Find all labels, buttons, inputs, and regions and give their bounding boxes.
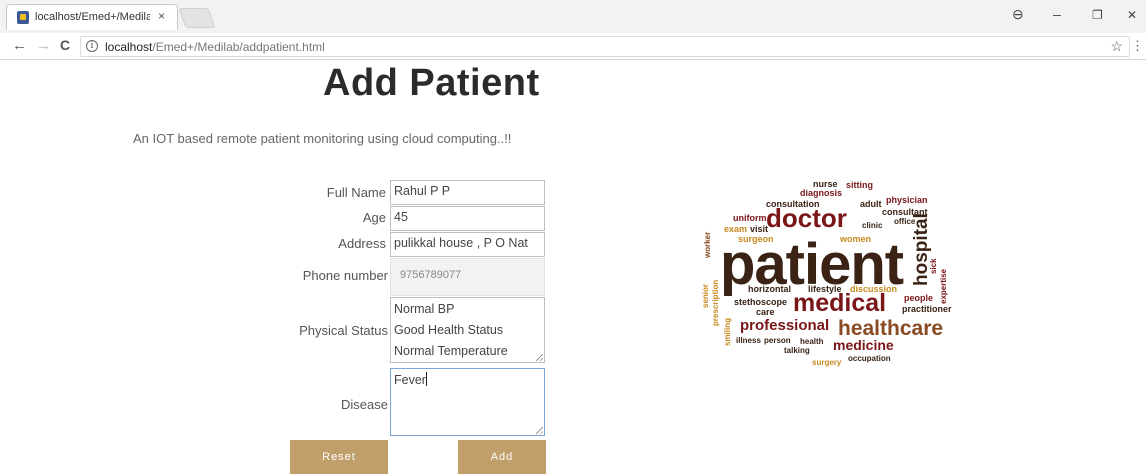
text-caret — [425, 372, 427, 386]
cloud-word: talking — [784, 346, 810, 355]
full-name-label: Full Name — [326, 185, 386, 200]
cloud-word: horizontal — [748, 284, 791, 294]
page-favicon-icon — [17, 11, 29, 24]
disease-label: Disease — [341, 397, 388, 412]
cloud-word: diagnosis — [800, 188, 843, 198]
add-button[interactable]: Add — [458, 440, 546, 474]
reload-icon[interactable]: C — [60, 37, 70, 53]
cloud-word: adult — [860, 199, 882, 209]
cloud-word: occupation — [848, 354, 891, 363]
close-window-icon[interactable]: ✕ — [1127, 8, 1137, 22]
physical-status-line: Normal Temperature — [394, 344, 508, 358]
resize-handle-icon[interactable] — [536, 427, 543, 434]
cloud-word: practitioner — [902, 304, 952, 314]
cloud-word: medical — [793, 289, 887, 317]
phone-number-label: Phone number — [302, 268, 388, 283]
address-field[interactable]: pulikkal house , P O Nat — [390, 232, 545, 257]
url-host: localhost — [105, 40, 153, 54]
cloud-word: uniform — [733, 213, 767, 223]
cloud-word: hospital — [911, 213, 932, 286]
cloud-word: prescription — [711, 279, 720, 326]
physical-status-line: Good Health Status — [394, 323, 504, 337]
cloud-word: physician — [886, 195, 928, 205]
cloud-word: professional — [740, 317, 830, 334]
physical-status-textarea[interactable]: Normal BP Good Health Status Normal Temp… — [390, 297, 545, 363]
new-tab-button[interactable] — [178, 8, 216, 28]
cloud-word: sitting — [846, 180, 873, 190]
browser-tab[interactable]: localhost/Emed+/Medila × — [6, 4, 178, 30]
cloud-word: care — [756, 307, 775, 317]
phone-number-field[interactable]: 9756789077 — [390, 258, 545, 296]
physical-status-label: Physical Status — [299, 323, 388, 338]
page-subtitle: An IOT based remote patient monitoring u… — [133, 131, 512, 146]
cloud-word: senior — [701, 283, 710, 308]
browser-tab-bar: localhost/Emed+/Medila × ⊖ – ❐ ✕ — [0, 0, 1146, 33]
address-bar: ← → C i localhost/Emed+/Medilab/addpatie… — [0, 33, 1146, 60]
minimize-icon[interactable]: – — [1053, 6, 1061, 22]
cloud-word: doctor — [766, 203, 847, 233]
cloud-word: smiling — [723, 317, 732, 346]
site-info-icon[interactable]: i — [86, 40, 98, 52]
bookmark-star-icon[interactable]: ☆ — [1110, 38, 1123, 55]
cloud-word: medicine — [833, 337, 894, 353]
disease-value: Fever — [394, 373, 426, 387]
cloud-word: stethoscope — [734, 297, 788, 307]
cloud-word: health — [800, 337, 824, 346]
back-icon[interactable]: ← — [12, 37, 27, 54]
cloud-word: illness — [736, 336, 761, 345]
reset-button[interactable]: Reset — [290, 440, 388, 474]
physical-status-line: Normal BP — [394, 302, 455, 316]
cloud-word: sick — [929, 258, 938, 274]
cloud-word: person — [764, 336, 791, 345]
restore-icon[interactable]: ❐ — [1092, 8, 1103, 22]
account-icon[interactable]: ⊖ — [1012, 6, 1024, 23]
cloud-word: people — [904, 293, 934, 303]
tab-close-icon[interactable]: × — [158, 9, 165, 23]
healthcare-word-cloud: nurse sitting diagnosis consultation adu… — [700, 178, 970, 378]
age-label: Age — [362, 210, 386, 225]
cloud-word: healthcare — [838, 317, 944, 340]
cloud-word: clinic — [862, 221, 883, 230]
cloud-word: expertise — [939, 268, 948, 304]
cloud-word: surgery — [812, 358, 842, 367]
cloud-word: worker — [703, 231, 712, 258]
age-field[interactable]: 45 — [390, 206, 545, 231]
url-text: localhost/Emed+/Medilab/addpatient.html — [105, 40, 325, 54]
url-input[interactable]: i localhost/Emed+/Medilab/addpatient.htm… — [80, 36, 1130, 57]
resize-handle-icon[interactable] — [536, 354, 543, 361]
full-name-field[interactable]: Rahul P P — [390, 180, 545, 205]
browser-menu-icon[interactable]: ⋮ — [1131, 38, 1144, 54]
forward-icon[interactable]: → — [36, 37, 51, 54]
page-title: Add Patient — [323, 62, 540, 104]
url-path: /Emed+/Medilab/addpatient.html — [152, 40, 325, 54]
tab-title: localhost/Emed+/Medila — [35, 11, 150, 23]
address-label: Address — [338, 236, 386, 251]
disease-textarea[interactable]: Fever — [390, 368, 545, 436]
